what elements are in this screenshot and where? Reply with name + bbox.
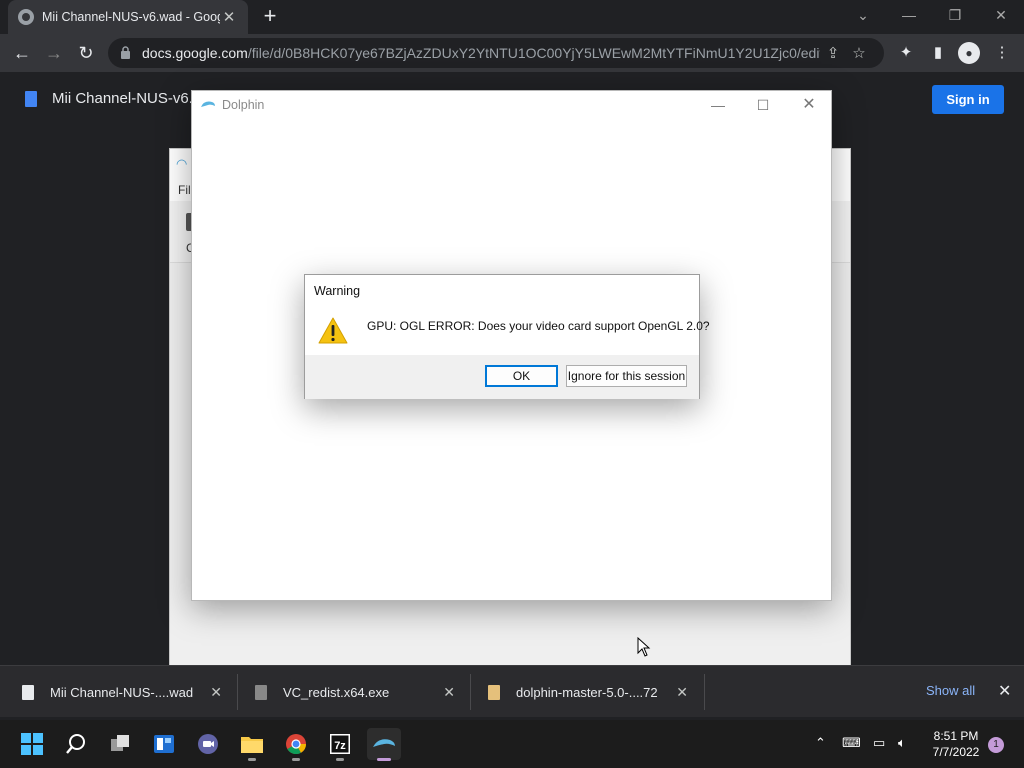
back-button[interactable]: ← bbox=[8, 39, 36, 67]
running-indicator bbox=[248, 758, 256, 761]
widgets-icon bbox=[154, 735, 174, 753]
dolphin-icon bbox=[373, 739, 395, 747]
chrome-button[interactable] bbox=[279, 728, 313, 761]
ignore-session-button[interactable]: Ignore for this session bbox=[566, 365, 687, 387]
url-text: docs.google.com/file/d/0B8HCK07ye67BZjAz… bbox=[142, 45, 820, 61]
lock-icon[interactable] bbox=[120, 46, 132, 60]
dolphin-icon bbox=[201, 101, 215, 107]
file-icon bbox=[22, 684, 34, 700]
maximize-button[interactable]: ☐ bbox=[740, 91, 786, 119]
task-view-button[interactable] bbox=[103, 728, 137, 760]
sign-in-button[interactable]: Sign in bbox=[932, 85, 1004, 114]
close-tab-icon[interactable]: ✕ bbox=[220, 8, 238, 26]
volume-icon[interactable]: 🔈︎ bbox=[898, 735, 906, 751]
chevron-up-icon[interactable]: ✕ bbox=[676, 684, 688, 701]
download-name: VC_redist.x64.exe bbox=[283, 684, 390, 700]
notification-badge[interactable]: 1 bbox=[988, 737, 1004, 753]
network-icon[interactable]: ▭ bbox=[873, 735, 885, 751]
close-download-bar-icon[interactable]: ✕ bbox=[998, 681, 1011, 701]
address-bar[interactable]: docs.google.com/file/d/0B8HCK07ye67BZjAz… bbox=[108, 38, 884, 68]
taskbar: 7z bbox=[0, 720, 1024, 768]
tab-strip: Mii Channel-NUS-v6.wad - Goog ✕ + ⌄ — ❐ … bbox=[0, 0, 1024, 34]
divider bbox=[470, 674, 471, 710]
7zip-button[interactable]: 7z bbox=[323, 728, 357, 761]
chevron-up-icon[interactable]: ⌃ bbox=[815, 735, 826, 751]
reload-button[interactable]: ↻ bbox=[72, 39, 100, 67]
download-name: dolphin-master-5.0-....72 bbox=[516, 684, 658, 700]
browser-tab[interactable]: Mii Channel-NUS-v6.wad - Goog ✕ bbox=[8, 0, 248, 34]
clock-date: 7/7/2022 bbox=[932, 745, 980, 759]
teams-chat-button[interactable] bbox=[191, 728, 225, 760]
file-title: Mii Channel-NUS-v6.w bbox=[52, 90, 204, 107]
new-tab-button[interactable]: + bbox=[258, 4, 282, 28]
browser-toolbar: ← → ↻ docs.google.com/file/d/0B8HCK07ye6… bbox=[0, 34, 1024, 72]
download-bar: Mii Channel-NUS-....wad ✕ VC_redist.x64.… bbox=[0, 665, 1024, 717]
close-button[interactable]: ✕ bbox=[786, 91, 832, 119]
warning-icon bbox=[318, 317, 348, 344]
search-icon bbox=[66, 734, 85, 754]
7zip-icon: 7z bbox=[330, 734, 350, 754]
chevron-up-icon[interactable]: ✕ bbox=[210, 684, 222, 701]
ok-button[interactable]: OK bbox=[485, 365, 558, 387]
dolphin-icon: ◠ bbox=[176, 156, 188, 171]
dialog-message: GPU: OGL ERROR: Does your video card sup… bbox=[367, 319, 710, 333]
minimize-button[interactable]: — bbox=[886, 0, 932, 30]
menu-kebab-icon[interactable]: ⋮ bbox=[991, 42, 1013, 64]
chevron-up-icon[interactable]: ✕ bbox=[443, 684, 455, 701]
globe-icon bbox=[18, 9, 34, 25]
minimize-button[interactable]: — bbox=[695, 91, 741, 119]
widgets-button[interactable] bbox=[147, 728, 181, 760]
system-clock[interactable]: 8:51 PM 7/7/2022 bbox=[928, 728, 984, 760]
search-button[interactable] bbox=[59, 728, 93, 760]
close-window-button[interactable]: ✕ bbox=[978, 0, 1024, 30]
divider bbox=[704, 674, 705, 710]
running-indicator bbox=[377, 758, 391, 761]
archive-icon bbox=[488, 684, 500, 700]
task-view-icon bbox=[111, 735, 129, 751]
clock-time: 8:51 PM bbox=[933, 729, 979, 743]
warning-dialog: Warning GPU: OGL ERROR: Does your video … bbox=[304, 274, 710, 399]
dolphin-taskbar-button[interactable] bbox=[367, 728, 401, 761]
chat-icon bbox=[198, 734, 218, 754]
profile-avatar[interactable]: ● bbox=[958, 42, 980, 64]
tab-title: Mii Channel-NUS-v6.wad - Goog bbox=[42, 10, 220, 24]
dialog-title: Warning bbox=[314, 284, 361, 298]
download-item[interactable]: Mii Channel-NUS-....wad ✕ bbox=[22, 666, 222, 718]
show-all-button[interactable]: Show all bbox=[926, 683, 975, 698]
running-indicator bbox=[292, 758, 300, 761]
folder-icon bbox=[241, 737, 263, 753]
download-item[interactable]: VC_redist.x64.exe ✕ bbox=[255, 666, 455, 718]
installer-icon bbox=[255, 684, 267, 700]
extensions-icon[interactable]: ✦ bbox=[895, 42, 917, 64]
mouse-cursor-icon bbox=[637, 637, 651, 657]
download-item[interactable]: dolphin-master-5.0-....72 ✕ bbox=[488, 666, 688, 718]
windows-icon bbox=[21, 733, 43, 755]
start-button[interactable] bbox=[15, 728, 49, 760]
side-panel-icon[interactable]: ▮ bbox=[927, 42, 949, 64]
dialog-button-bar: OK Ignore for this session bbox=[305, 355, 699, 399]
keyboard-icon[interactable]: ⌨ bbox=[842, 735, 861, 751]
file-explorer-button[interactable] bbox=[235, 728, 269, 761]
chrome-icon bbox=[286, 734, 307, 755]
svg-text:7z: 7z bbox=[334, 740, 346, 752]
share-icon[interactable]: ⇪ bbox=[820, 44, 846, 62]
forward-button[interactable]: → bbox=[40, 39, 68, 67]
divider bbox=[237, 674, 238, 710]
running-indicator bbox=[336, 758, 344, 761]
bookmark-star-icon[interactable]: ☆ bbox=[846, 44, 872, 62]
file-icon bbox=[25, 91, 37, 107]
tab-search-icon[interactable]: ⌄ bbox=[840, 0, 886, 30]
download-name: Mii Channel-NUS-....wad bbox=[50, 684, 194, 700]
window-title: Dolphin bbox=[222, 98, 265, 112]
restore-button[interactable]: ❐ bbox=[932, 0, 978, 30]
